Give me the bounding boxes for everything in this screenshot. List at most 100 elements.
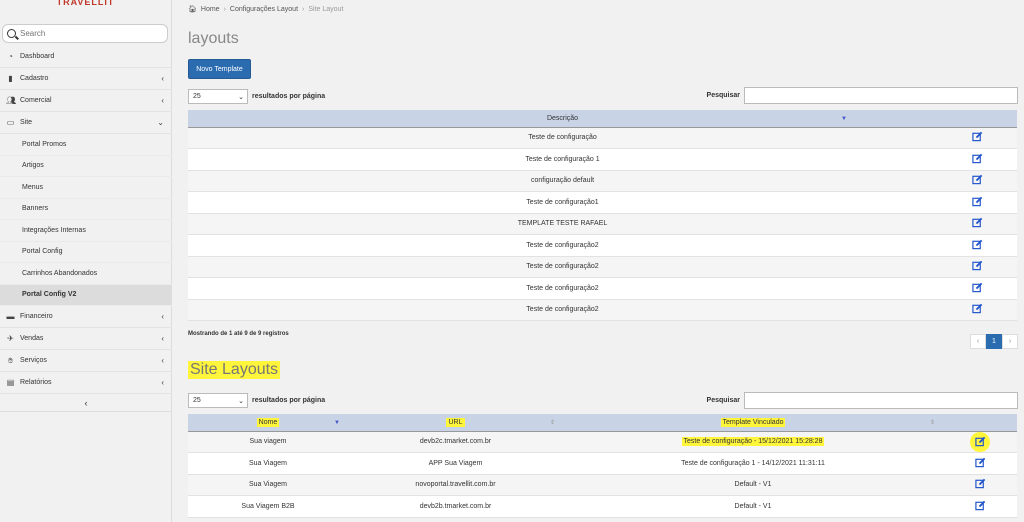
table-row: Teste de configuração2 (188, 256, 1017, 278)
breadcrumb-home[interactable]: Home (201, 6, 220, 13)
sidebar-collapse-button[interactable]: ‹ (0, 394, 172, 412)
brand-logo: TRAVELLIT (56, 0, 115, 7)
edit-icon[interactable] (971, 239, 983, 250)
users-icon: 👥︎ (6, 96, 17, 105)
sidebar-subitem[interactable]: Banners (0, 199, 172, 220)
cell-actions (937, 299, 1017, 321)
sort-icon: ⇕ (929, 420, 935, 426)
table-row: Sua Viagem novoportal.travellit.com.br Def… (188, 474, 1017, 496)
edit-icon[interactable] (971, 196, 983, 207)
site-page-length-select[interactable]: 25 ⌄ (188, 393, 248, 408)
sidebar-item-label: Comercial (20, 97, 52, 104)
edit-icon[interactable] (974, 478, 986, 489)
sidebar-item-site[interactable]: ▭ Site ⌄ (0, 112, 172, 134)
cell-descricao: Teste de configuração 1 (188, 148, 937, 171)
cell-descricao: Teste de configuração2 (188, 234, 937, 257)
sidebar-item-comercial[interactable]: 👥︎ Comercial ‹ (0, 90, 172, 112)
col-descricao[interactable]: Descrição ▼ (188, 110, 937, 128)
sort-desc-icon: ▼ (841, 116, 847, 122)
cell-actions (937, 213, 1017, 235)
cell-descricao: Teste de configuração2 (188, 256, 937, 278)
cell-actions (943, 452, 1017, 475)
chevron-icon: ‹ (161, 96, 164, 105)
table-row: Sua viagem devb2c.tmarket.com.br Teste de … (188, 431, 1017, 453)
sidebar-item-financeiro[interactable]: ▬ Financeiro ‹ (0, 306, 172, 328)
cell-descricao: Teste de configuração (188, 127, 937, 149)
cell-actions (937, 277, 1017, 300)
cell-nome: Sua viagem (188, 431, 348, 453)
table-row: Teste de configuração2 (188, 234, 1017, 257)
cell-nome: Sua Viagem (188, 452, 348, 475)
edit-icon[interactable] (971, 174, 983, 185)
sidebar-item-relat-rios[interactable]: ▤ Relatórios ‹ (0, 372, 172, 394)
cell-template: Default - V1 (563, 474, 943, 496)
sidebar-search-input[interactable] (20, 29, 160, 38)
sidebar-item-dashboard[interactable]: ◔ Dashboard (0, 46, 172, 68)
edit-icon[interactable] (974, 436, 986, 447)
pager-next[interactable]: › (1002, 334, 1018, 349)
sidebar-subitem[interactable]: Menus (0, 177, 172, 199)
sidebar-item-label: Serviços (20, 357, 47, 364)
chevron-icon: ‹ (161, 334, 164, 343)
edit-icon[interactable] (971, 282, 983, 293)
breadcrumb-current: Site Layout (308, 5, 344, 13)
chevron-icon: ‹ (161, 356, 164, 365)
chevron-down-icon: ⌄ (238, 397, 244, 405)
sidebar-item-vendas[interactable]: ✈ Vendas ‹ (0, 328, 172, 350)
site-layouts-search-input[interactable] (744, 392, 1018, 409)
col-nome[interactable]: Nome ▼ (188, 414, 348, 432)
cell-actions (943, 474, 1017, 496)
new-template-button[interactable]: Novo Template (188, 59, 251, 79)
table-row: Sua Viagem B2B devb2b.tmarket.com.br Defau… (188, 495, 1017, 518)
sidebar-search[interactable] (2, 24, 168, 43)
handshake-icon: ✋︎ (8, 355, 13, 365)
sidebar-subitem[interactable]: Portal Config (0, 242, 172, 263)
col-template[interactable]: Template Vinculado ⇕ (563, 414, 943, 432)
site-page-length-control: 25 ⌄ resultados por página (188, 393, 325, 408)
breadcrumb: 🏠︎ Home › Configurações Layout › Site La… (188, 5, 344, 14)
edit-icon[interactable] (974, 500, 986, 511)
col-actions (943, 414, 1017, 432)
sidebar-item-label: Site (20, 119, 33, 126)
page-title: layouts (188, 30, 239, 47)
edit-icon[interactable] (971, 217, 983, 228)
table-row: Teste de configuração (188, 127, 1017, 149)
site-layouts-search: Pesquisar (707, 392, 1018, 409)
monitor-icon: ▭ (6, 118, 15, 127)
home-icon[interactable]: 🏠︎ (188, 5, 197, 13)
sidebar-subitem[interactable]: Portal Promos (0, 134, 172, 156)
edit-icon[interactable] (971, 131, 983, 142)
cell-url: novoportal.travellit.com.br (348, 474, 563, 496)
sidebar-item-label: Cadastro (20, 75, 49, 82)
table-row: Teste de configuração 1 (188, 148, 1017, 171)
sidebar-menu: ◔ Dashboard ▮ Cadastro ‹ 👥︎ Comercial ‹ ▭ Site ⌄ Po… (0, 46, 172, 412)
dashboard-icon: ◔ (8, 52, 13, 61)
sidebar-subitem[interactable]: Carrinhos Abandonados (0, 263, 172, 285)
sidebar-item-servi-os[interactable]: ✋︎ Serviços ‹ (0, 350, 172, 372)
chart-icon: ▤ (6, 378, 15, 387)
layouts-table: Descrição ▼ Teste de configuração Teste de… (188, 110, 1017, 321)
edit-icon[interactable] (974, 457, 986, 468)
sidebar-item-cadastro[interactable]: ▮ Cadastro ‹ (0, 68, 172, 90)
cell-actions (937, 191, 1017, 214)
sidebar-item-label: Relatórios (20, 379, 52, 386)
sidebar-subitem[interactable]: Portal Config V2 (0, 284, 172, 306)
sidebar-subitem[interactable]: Integrações Internas (0, 220, 172, 242)
page-length-select[interactable]: 25 ⌄ (188, 89, 248, 104)
edit-icon[interactable] (971, 260, 983, 271)
col-url[interactable]: URL ⇕ (348, 414, 563, 432)
edit-icon[interactable] (971, 303, 983, 314)
sidebar-subitem[interactable]: Artigos (0, 156, 172, 177)
col-actions (937, 110, 1017, 128)
cell-template: Teste de configuração - 15/12/2021 15:28… (563, 431, 943, 453)
layouts-search-input[interactable] (744, 87, 1018, 104)
cell-descricao: Teste de configuração2 (188, 299, 937, 321)
site-layouts-table: Nome ▼ URL ⇕ Template Vinculado ⇕ Sua viage… (188, 414, 1017, 518)
chevron-icon: ‹ (161, 312, 164, 321)
edit-icon[interactable] (971, 153, 983, 164)
page-length-control: 25 ⌄ resultados por página (188, 89, 325, 104)
layouts-info: Mostrando de 1 até 9 de 9 registros (188, 331, 289, 337)
breadcrumb-config[interactable]: Configurações Layout (230, 6, 298, 13)
pager-current[interactable]: 1 (986, 334, 1002, 349)
pager-prev[interactable]: ‹ (970, 334, 986, 349)
